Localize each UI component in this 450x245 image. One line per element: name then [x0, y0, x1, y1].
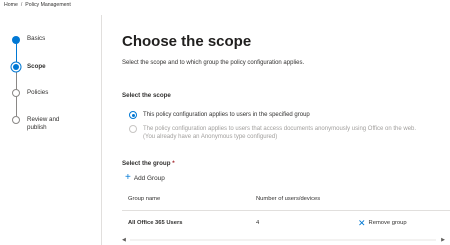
scope-option-subtext: (You already have an Anonymous type conf… [143, 134, 278, 140]
panel-divider [101, 15, 102, 245]
step-scope-label[interactable]: Scope [27, 63, 89, 71]
step-basics-label[interactable]: Basics [27, 35, 89, 43]
scroll-right-icon[interactable]: ▶ [441, 237, 445, 243]
close-icon: ✕ [358, 218, 366, 228]
page-title: Choose the scope [122, 33, 252, 50]
scope-section-label: Select the scope [122, 92, 171, 99]
column-header-count[interactable]: Number of users/devices [256, 196, 320, 202]
step-scope-indicator [13, 64, 19, 70]
step-policies-indicator [12, 89, 20, 97]
breadcrumb: Home / Policy Management [4, 2, 71, 8]
horizontal-scrollbar[interactable]: ◀ ▶ [122, 237, 450, 243]
step-policies-label[interactable]: Policies [27, 89, 89, 97]
radio-disabled-icon[interactable] [129, 125, 137, 133]
scrollbar-track[interactable] [130, 239, 436, 241]
remove-group-button[interactable]: ✕ Remove group [358, 218, 407, 228]
scope-option-group-users[interactable]: This policy configuration applies to use… [129, 111, 310, 119]
column-header-group-name[interactable]: Group name [128, 196, 160, 202]
radio-checked-icon[interactable] [129, 111, 137, 119]
required-mark: * [172, 160, 175, 167]
plus-icon: + [125, 172, 131, 183]
scope-option-label: This policy configuration applies to use… [143, 112, 310, 118]
group-count-cell: 4 [256, 220, 260, 226]
add-group-button[interactable]: + Add Group [125, 172, 165, 183]
step-connector-done [16, 42, 17, 64]
page-description: Select the scope and to which group the … [122, 60, 305, 66]
group-section-label: Select the group * [122, 160, 175, 167]
step-basics-indicator [12, 36, 20, 44]
group-section-label-text: Select the group [122, 160, 171, 167]
remove-group-label: Remove group [368, 220, 407, 226]
step-review-label[interactable]: Review and publish [27, 116, 67, 132]
scroll-left-icon[interactable]: ◀ [122, 237, 126, 243]
group-name-cell: All Office 365 Users [128, 220, 183, 226]
table-header-divider [122, 210, 450, 211]
step-connector [16, 96, 17, 116]
breadcrumb-home[interactable]: Home [4, 2, 18, 8]
breadcrumb-current: Policy Management [25, 2, 71, 8]
step-review-indicator [12, 116, 20, 124]
breadcrumb-separator: / [20, 2, 23, 8]
scope-option-anonymous[interactable]: The policy configuration applies to user… [129, 125, 416, 141]
step-connector [16, 70, 17, 90]
scope-option-label: The policy configuration applies to user… [143, 126, 417, 132]
add-group-label: Add Group [133, 174, 165, 182]
